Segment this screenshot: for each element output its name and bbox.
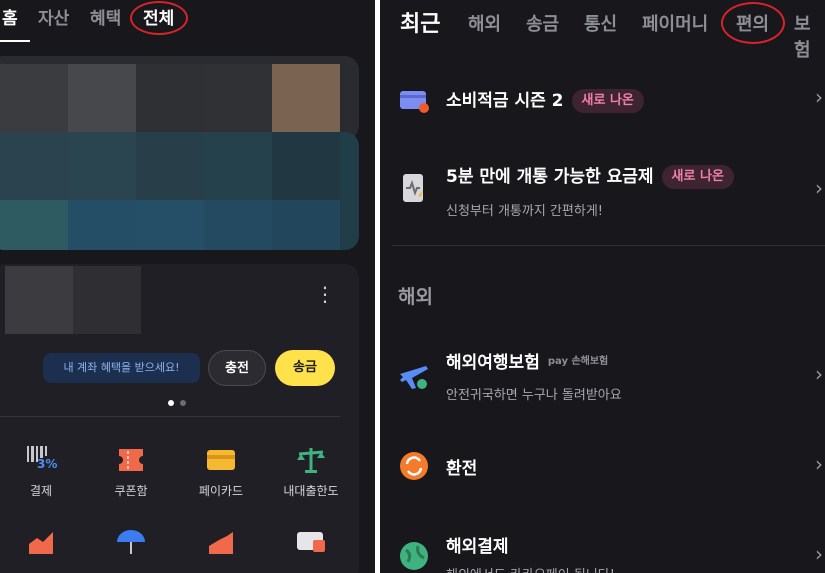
list-item-overseas-payment[interactable]: 해외결제 해외에서도 카카오페이 됩니다! › — [380, 528, 825, 573]
grid-item-paycard[interactable]: 페이카드 — [178, 446, 264, 499]
row-title: 5분 만에 개통 가능한 요금제 — [446, 167, 654, 187]
more-options-icon[interactable]: ⋮ — [315, 282, 335, 306]
section-divider — [392, 245, 825, 246]
tab-benefits[interactable]: 혜택 — [90, 4, 121, 29]
row-subtitle: 안전귀국하면 누구나 돌려받아요 — [446, 388, 622, 403]
tab-transfer[interactable]: 송금 — [526, 10, 559, 36]
umbrella-icon — [115, 528, 147, 556]
grid-item-loan-limit[interactable]: 내대출한도 — [268, 446, 354, 499]
account-benefit-banner[interactable]: 내 계좌 혜택을 받으세요! — [43, 353, 200, 383]
send-button[interactable]: 송금 — [275, 350, 335, 386]
grid-label-coupons: 쿠폰함 — [114, 484, 148, 498]
airplane-icon — [398, 360, 430, 392]
grid-item-row2-4[interactable] — [268, 528, 354, 556]
tab-assets[interactable]: 자산 — [38, 4, 69, 29]
grid-label-payment: 결제 — [29, 484, 53, 498]
row-title: 해외여행보험 — [446, 353, 540, 373]
scale-icon — [295, 446, 327, 474]
grid-item-payment[interactable]: 3% 결제 — [0, 446, 84, 499]
exchange-icon — [398, 450, 430, 482]
chart-up-icon — [25, 528, 57, 556]
pay-insurance-tag: pay 손해보험 — [547, 356, 609, 367]
left-screenshot: 홈 자산 혜택 전체 ⋮ 내 계좌 혜택을 받으세요! 충전 송금 3% 결제 … — [0, 0, 375, 573]
annotation-circle — [721, 2, 785, 44]
list-item-phone-plan[interactable]: 5분 만에 개통 가능한 요금제 새로 나온 신청부터 개통까지 간편하게! › — [380, 158, 825, 222]
page-dot-active — [168, 400, 174, 406]
chevron-right-icon: › — [815, 176, 823, 200]
chevron-right-icon: › — [815, 362, 823, 386]
active-tab-indicator — [0, 40, 30, 42]
chevron-right-icon: › — [815, 542, 823, 566]
tab-recent[interactable]: 최근 — [400, 6, 440, 38]
row-title: 환전 — [446, 459, 478, 479]
charge-button[interactable]: 충전 — [208, 350, 266, 386]
list-item-savings[interactable]: 소비적금 시즌 2 새로 나온 › — [380, 76, 825, 126]
grid-item-row2-3[interactable] — [178, 528, 264, 556]
tab-paymoney[interactable]: 페이머니 — [642, 10, 708, 36]
row-subtitle: 해외에서도 카카오페이 됩니다! — [446, 564, 615, 573]
chart-up-icon — [205, 528, 237, 556]
new-badge: 새로 나온 — [661, 165, 734, 189]
grid-item-coupons[interactable]: 쿠폰함 — [88, 446, 174, 499]
tab-insurance[interactable]: 보험 — [794, 10, 825, 62]
chevron-right-icon: › — [815, 85, 823, 109]
section-header-overseas: 해외 — [398, 286, 433, 308]
row-title: 해외결제 — [446, 537, 509, 557]
list-item-exchange[interactable]: 환전 › — [380, 448, 825, 488]
chevron-right-icon: › — [815, 452, 823, 476]
right-screenshot: 최근 해외 송금 통신 페이머니 편의 보험 소비적금 시즌 2 새로 나온 › … — [380, 0, 825, 573]
row-title: 소비적금 시즌 2 — [446, 91, 564, 111]
tab-overseas[interactable]: 해외 — [468, 10, 501, 36]
page-dot — [180, 400, 186, 406]
barcode-icon: 3% — [25, 446, 57, 474]
card-icon — [205, 446, 237, 474]
grid-label-loan-limit: 내대출한도 — [283, 484, 339, 498]
row-subtitle: 신청부터 개통까지 간편하게! — [446, 204, 603, 219]
list-item-travel-insurance[interactable]: 해외여행보험 pay 손해보험 안전귀국하면 누구나 돌려받아요 › — [380, 346, 825, 406]
new-badge: 새로 나온 — [571, 89, 644, 113]
annotation-circle — [130, 1, 188, 35]
cashback-badge: 3% — [37, 457, 58, 471]
blurred-banner — [0, 132, 359, 250]
blurred-card — [0, 56, 359, 140]
tab-telecom[interactable]: 통신 — [584, 10, 617, 36]
tab-home[interactable]: 홈 — [2, 4, 18, 29]
id-card-icon — [295, 528, 327, 556]
grid-label-paycard: 페이카드 — [198, 484, 244, 498]
grid-item-row2-1[interactable] — [0, 528, 84, 556]
globe-icon — [398, 540, 430, 572]
grid-item-row2-2[interactable] — [88, 528, 174, 556]
phone-plan-icon — [398, 172, 430, 204]
coupon-icon — [115, 446, 147, 474]
wallet-icon — [398, 84, 430, 116]
account-card — [0, 264, 359, 573]
